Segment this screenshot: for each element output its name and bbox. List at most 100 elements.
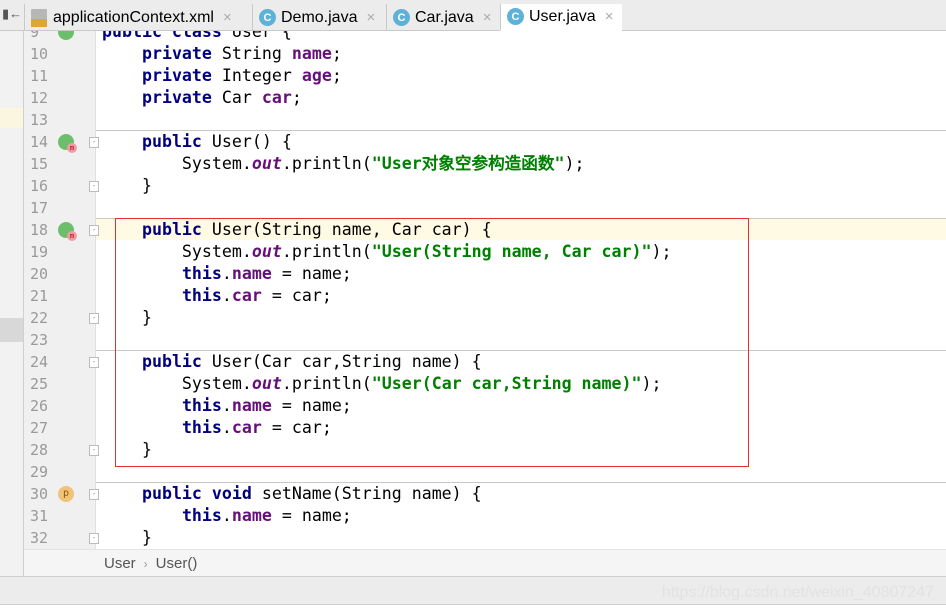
line-number: 21 [30,287,49,305]
code-token: ; [331,66,342,85]
code-token: car [261,88,292,107]
code-token: = name; [271,506,352,525]
fold-marker-icon[interactable]: - [89,533,99,544]
collapse-panel-button[interactable]: ▮← [0,0,24,31]
line-number: 15 [30,155,49,173]
code-text[interactable]: } [102,527,152,549]
code-token: } [102,176,152,195]
java-class-icon: C [507,8,524,25]
code-text[interactable]: private String name; [102,43,342,65]
fold-marker-icon[interactable]: - [89,357,99,368]
code-line: 11 private Integer age; [0,65,946,87]
fold-marker-icon[interactable]: - [89,489,99,500]
breadcrumb: User › User() [24,549,946,576]
code-token: this [181,506,222,525]
tab-label: applicationContext.xml [53,8,214,26]
code-token: private [141,66,222,85]
close-icon[interactable]: × [223,9,232,26]
code-line: 12 private Car car; [0,87,946,109]
code-token: Car [221,88,262,107]
fold-marker-icon[interactable]: - [89,181,99,192]
code-token: ; [331,44,342,63]
fold-marker-icon[interactable]: - [89,445,99,456]
code-token: User() { [211,132,292,151]
code-token: String [221,44,292,63]
tab-car-java[interactable]: C Car.java × [386,4,500,31]
code-token: private [141,44,222,63]
code-line: 32 - } [0,527,946,549]
code-token: public [141,132,212,151]
code-token: ); [564,154,585,173]
line-number: 10 [30,45,49,63]
tab-label: Demo.java [281,8,358,26]
line-number: 24 [30,353,49,371]
line-number: 26 [30,397,49,415]
breadcrumb-class[interactable]: User [104,555,136,572]
code-token: out [251,154,282,173]
code-line: 17 [0,197,946,219]
code-token: ; [291,88,302,107]
tab-label: Car.java [415,8,474,26]
code-text[interactable]: public void setName(String name) { [102,483,482,505]
close-icon[interactable]: × [605,8,614,25]
property-icon[interactable]: p [58,486,74,502]
fold-marker-icon[interactable]: - [89,225,99,236]
code-token: } [102,528,152,547]
java-class-icon: C [259,9,276,26]
line-number: 29 [30,463,49,481]
code-text[interactable]: public User() { [102,131,292,153]
code-text[interactable]: this.name = name; [102,505,352,527]
line-number: 19 [30,243,49,261]
code-token: age [301,66,332,85]
line-number: 28 [30,441,49,459]
code-token: private [141,88,222,107]
line-number: 13 [30,111,49,129]
line-number: 20 [30,265,49,283]
line-number: 31 [30,507,49,525]
code-text[interactable]: private Car car; [102,87,302,109]
code-text[interactable]: private Integer age; [102,65,342,87]
line-number: 22 [30,309,49,327]
code-token: "User对象空参构造函数" [371,154,565,173]
close-icon[interactable]: × [483,9,492,26]
code-token: Integer [221,66,302,85]
fold-marker-icon[interactable]: - [89,137,99,148]
code-line: 15 System.out.println("User对象空参构造函数"); [0,153,946,175]
line-number: 17 [30,199,49,217]
code-text[interactable]: System.out.println("User对象空参构造函数"); [102,153,585,175]
tab-label: User.java [529,7,596,25]
spring-method-icon[interactable]: m [58,134,77,153]
line-number: 27 [30,419,49,437]
code-line: 10 private String name; [0,43,946,65]
line-number: 32 [30,529,49,547]
breadcrumb-method[interactable]: User() [156,555,198,572]
line-number: 12 [30,89,49,107]
code-line: 30 p - public void setName(String name) { [0,483,946,505]
tab-applicationcontext-xml[interactable]: applicationContext.xml × [24,4,252,31]
code-line: 14 m - public User() { [0,131,946,153]
tab-demo-java[interactable]: C Demo.java × [252,4,386,31]
code-line: 13 [0,109,946,131]
method-separator [96,482,946,483]
java-class-icon: C [393,9,410,26]
close-icon[interactable]: × [366,9,375,26]
watermark: https://blog.csdn.net/weixin_40807247 [661,584,934,601]
editor-tab-bar: ▮← applicationContext.xml × C Demo.java × C Ca… [0,0,946,31]
code-token: . [221,506,232,525]
code-text[interactable]: } [102,175,152,197]
chevron-right-icon: › [143,557,148,571]
code-token: setName(String name) { [261,484,482,503]
line-number: 23 [30,331,49,349]
code-line: 16 - } [0,175,946,197]
line-number: 14 [30,133,49,151]
fold-marker-icon[interactable]: - [89,313,99,324]
code-token: name [291,44,332,63]
code-token: System. [102,154,252,173]
spring-method-icon[interactable]: m [58,222,77,241]
tab-user-java[interactable]: C User.java × [500,4,622,31]
